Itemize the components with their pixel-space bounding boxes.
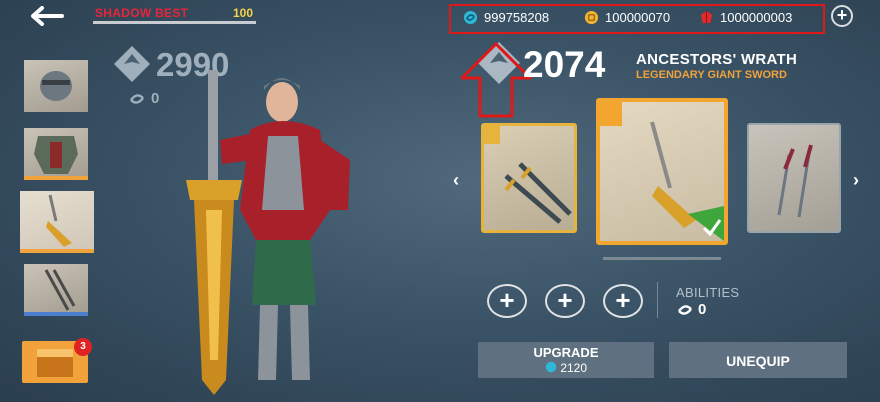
claw-weapon-icon — [24, 264, 88, 316]
armor-icon — [24, 128, 88, 180]
currency-gold: 100000070 — [584, 10, 670, 25]
current-power-sub-value: 0 — [151, 90, 160, 107]
unequip-label: UNEQUIP — [726, 353, 790, 369]
weapon-rarity-bar — [20, 249, 94, 253]
upgrade-button[interactable]: UPGRADE 2120 — [478, 342, 654, 378]
unequip-button[interactable]: UNEQUIP — [669, 342, 847, 378]
currency-ruby: 1000000003 — [699, 10, 792, 25]
ranged-rarity-bar — [24, 312, 88, 316]
gem-amount: 999758208 — [484, 10, 550, 25]
armor-rarity-bar — [24, 176, 88, 180]
shadow-best-label: SHADOW BEST — [95, 6, 189, 20]
gem-currency-icon — [463, 10, 478, 25]
back-arrow-icon[interactable] — [28, 6, 64, 26]
ruby-amount: 1000000003 — [720, 10, 793, 25]
gold-coin-icon — [584, 10, 599, 25]
currency-gems: 999758208 — [463, 10, 549, 25]
weapon-type: LEGENDARY GIANT SWORD — [636, 69, 787, 81]
hero-character — [186, 70, 350, 395]
shadow-best-value: 100 — [233, 6, 254, 20]
current-power-sub: 0 — [128, 90, 159, 107]
add-ability-slot-2[interactable]: + — [545, 284, 585, 318]
weapon-slot-selected[interactable] — [20, 191, 94, 253]
abilities-count-value: 0 — [698, 301, 707, 318]
sai-blades-icon — [777, 144, 813, 218]
currency-highlight-box: 999758208 100000070 1000000003 — [449, 4, 825, 34]
abilities-label: ABILITIES — [676, 285, 740, 300]
weapon-card[interactable] — [747, 123, 841, 233]
upgrade-cycle-icon — [130, 93, 144, 104]
ranged-slot[interactable] — [24, 264, 88, 316]
twin-swords-icon — [484, 126, 572, 224]
add-ability-slot-1[interactable]: + — [487, 284, 527, 318]
divider — [657, 282, 658, 318]
gem-currency-icon — [545, 361, 557, 373]
helmet-icon — [24, 60, 88, 112]
carousel-indicator — [603, 257, 721, 260]
helmet-slot[interactable] — [24, 60, 88, 112]
armor-slot[interactable] — [24, 128, 88, 180]
notification-badge: 3 — [74, 338, 92, 356]
selected-weapon-power: 2074 — [523, 44, 606, 85]
add-currency-button[interactable]: + — [831, 5, 853, 27]
gold-amount: 100000070 — [605, 10, 671, 25]
weapon-card[interactable] — [481, 123, 577, 233]
upgrade-cost-value: 2120 — [560, 361, 588, 375]
chevron-right-icon[interactable]: › — [853, 170, 859, 191]
ruby-currency-icon — [700, 10, 713, 24]
upgrade-cycle-icon — [678, 304, 692, 315]
weapon-name: ANCESTORS' WRATH — [636, 51, 798, 68]
giant-sword-icon — [600, 102, 724, 241]
chevron-left-icon[interactable]: ‹ — [453, 170, 459, 191]
sword-icon — [20, 191, 94, 253]
upgrade-label: UPGRADE — [533, 345, 599, 360]
add-ability-slot-3[interactable]: + — [603, 284, 643, 318]
weapon-card-selected[interactable] — [596, 98, 728, 245]
abilities-count: 0 — [676, 301, 706, 318]
upgrade-cost: 2120 — [478, 361, 654, 375]
power-diamond-icon — [114, 46, 150, 82]
shadow-best-bar — [93, 21, 256, 24]
